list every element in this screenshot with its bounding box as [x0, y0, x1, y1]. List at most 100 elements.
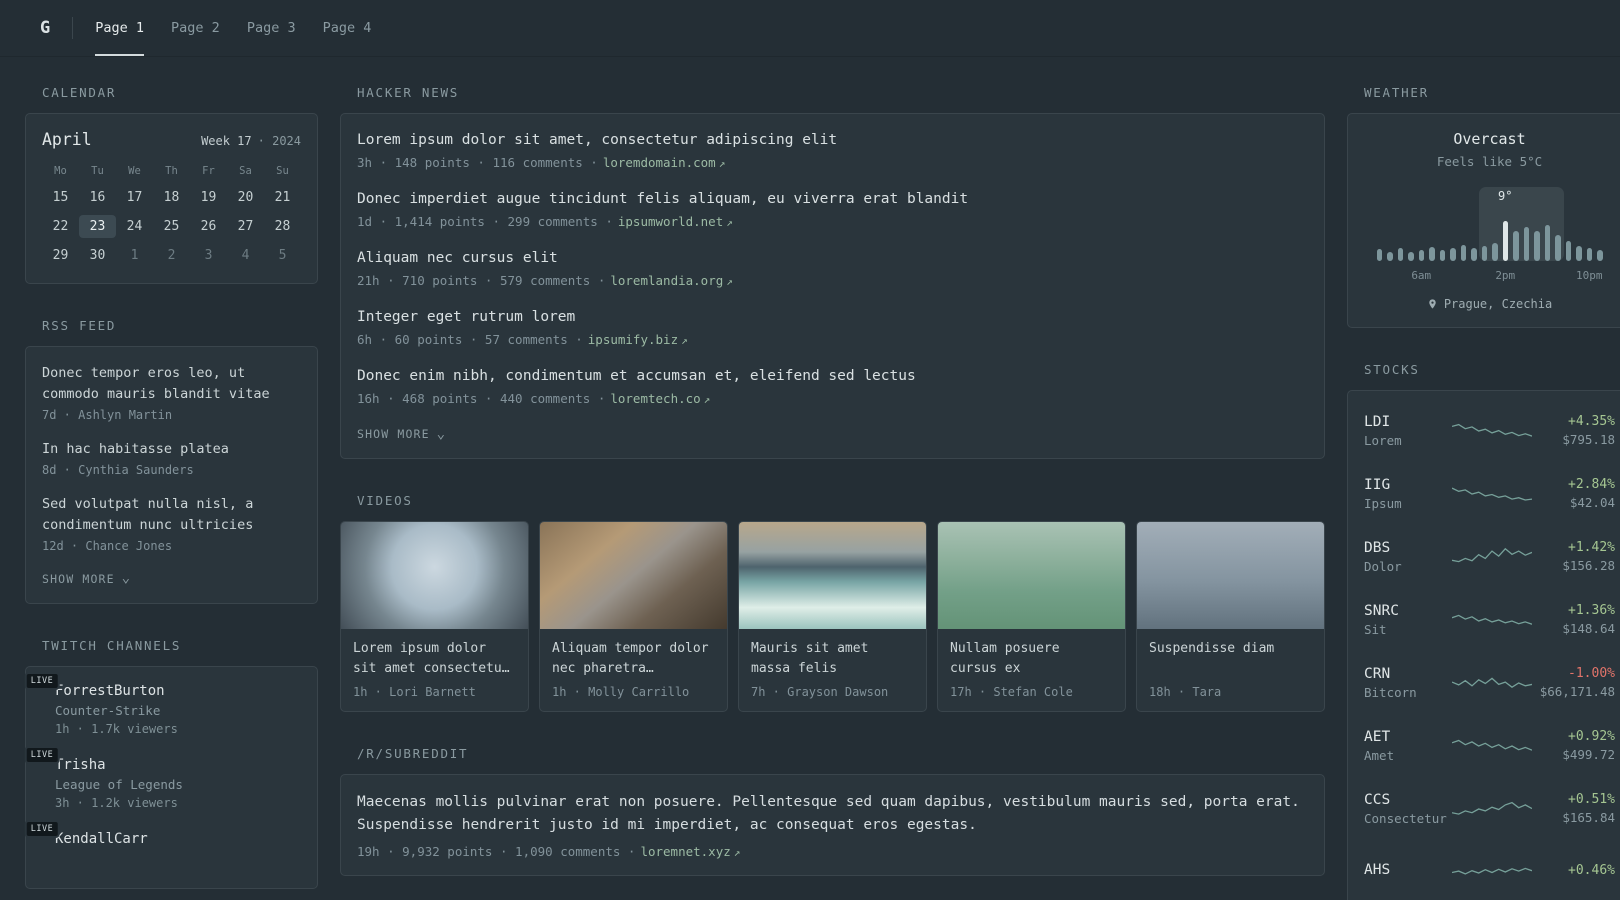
calendar-day: 19 — [200, 190, 217, 205]
stock-row[interactable]: AET Amet +0.92% $499.72 — [1364, 714, 1615, 777]
calendar-day: 24 — [126, 219, 143, 234]
stock-sparkline — [1452, 739, 1532, 751]
video-card[interactable]: Lorem ipsum dolor sit amet consectetu… 1… — [340, 521, 529, 713]
widget-title-calendar: CALENDAR — [42, 85, 117, 100]
hn-item-stats: 1d · 1,414 points · 299 comments · — [357, 214, 613, 230]
twitch-channel-game: Counter-Strike — [55, 702, 161, 718]
stock-values: +0.46% — [1532, 863, 1615, 881]
rss-item: Donec tempor eros leo, ut commodo mauris… — [42, 363, 301, 422]
stock-id: CCS Consectetur — [1364, 792, 1452, 826]
nav-tab[interactable]: Page 2 — [171, 0, 220, 56]
video-title: Nullam posuere cursus ex — [950, 641, 1060, 676]
twitch-channel[interactable]: LIVE KendallCarr — [24, 819, 301, 851]
weather-bar — [1418, 250, 1424, 261]
live-badge: LIVE — [24, 671, 60, 690]
video-card[interactable]: Nullam posuere cursus ex 17h · Stefan Co… — [937, 521, 1126, 713]
hn-show-more-button[interactable]: SHOW MORE ⌄ — [357, 427, 446, 442]
stock-name: Amet — [1364, 747, 1395, 763]
stock-row[interactable]: AHS +0.46% — [1364, 840, 1615, 900]
video-card[interactable]: Mauris sit amet massa felis 7h · Grayson… — [738, 521, 927, 713]
hn-item-meta: 16h · 468 points · 440 comments · loremte… — [357, 391, 1308, 406]
weather-location: Prague, Czechia — [1443, 297, 1553, 311]
hn-list: Lorem ipsum dolor sit amet, consectetur … — [357, 130, 1308, 406]
hn-item-domain[interactable]: loremdomain.com — [603, 155, 716, 170]
stock-row[interactable]: CRN Bitcorn -1.00% $66,171.48 — [1364, 651, 1615, 714]
calendar-header: April Week 17 · 2024 — [42, 130, 301, 149]
calendar-day: 28 — [274, 219, 291, 234]
subreddit-post-title[interactable]: Maecenas mollis pulvinar erat non posuer… — [357, 791, 1308, 837]
external-link-icon: ↗ — [726, 275, 733, 289]
rss-show-more-button[interactable]: SHOW MORE ⌄ — [42, 570, 132, 587]
stock-price: $165.84 — [1562, 810, 1615, 825]
twitch-channel[interactable]: LIVE Trisha League of Legends 3h · 1.2k … — [24, 745, 301, 810]
stock-list: LDI Lorem +4.35% $795.18 IIG Ipsum +2.84… — [1364, 399, 1615, 900]
hn-item-title[interactable]: Aliquam nec cursus elit — [357, 248, 1308, 269]
twitch-channel-info: ForrestBurton Counter-Strike 1h · 1.7k v… — [55, 683, 178, 736]
video-thumbnail — [938, 522, 1125, 630]
weather-location-row: Prague, Czechia — [1364, 297, 1615, 311]
weather-bar — [1576, 246, 1582, 261]
stock-row[interactable]: DBS Dolor +1.42% $156.28 — [1364, 525, 1615, 588]
dashboard-grid: CALENDAR April Week 17 · 2024 Mo Tu We Th Fr S… — [0, 57, 1620, 900]
twitch-channel-viewers: 1h · 1.7k viewers — [55, 721, 178, 736]
hn-item-stats: 16h · 468 points · 440 comments · — [357, 391, 606, 407]
calendar-card: April Week 17 · 2024 Mo Tu We Th Fr Sa Su 15 16 1… — [25, 113, 318, 284]
weather-bar — [1397, 248, 1403, 261]
hn-item-title[interactable]: Lorem ipsum dolor sit amet, consectetur … — [357, 130, 1308, 151]
stock-row[interactable]: LDI Lorem +4.35% $795.18 — [1364, 399, 1615, 462]
stock-row[interactable]: CCS Consectetur +0.51% $165.84 — [1364, 777, 1615, 840]
hn-item-domain[interactable]: ipsumworld.net — [618, 214, 723, 229]
weather-bars — [1376, 217, 1603, 261]
rss-item-title[interactable]: In hac habitasse platea — [42, 439, 301, 460]
hn-item-domain[interactable]: ipsumify.biz — [588, 332, 678, 347]
video-list: Lorem ipsum dolor sit amet consectetu… 1… — [340, 521, 1325, 713]
video-thumbnail — [1137, 522, 1324, 630]
stock-row[interactable]: IIG Ipsum +2.84% $42.04 — [1364, 462, 1615, 525]
stock-sparkline — [1452, 423, 1532, 437]
hn-item-title[interactable]: Donec enim nibh, condimentum et accumsan… — [357, 366, 1308, 387]
video-thumbnail — [540, 522, 727, 630]
rss-item-title[interactable]: Sed volutpat nulla nisl, a condimentum n… — [42, 494, 301, 536]
stock-row[interactable]: SNRC Sit +1.36% $148.64 — [1364, 588, 1615, 651]
stock-price: $42.04 — [1569, 495, 1615, 510]
app-logo[interactable]: G — [40, 18, 50, 38]
calendar-week-number: Week 17 — [201, 134, 252, 148]
hackernews-card: Lorem ipsum dolor sit amet, consectetur … — [340, 113, 1325, 460]
video-info: Nullam posuere cursus ex 17h · Stefan Co… — [938, 629, 1125, 711]
hn-item: Lorem ipsum dolor sit amet, consectetur … — [357, 130, 1308, 170]
stock-change: +0.46% — [1568, 862, 1615, 878]
stock-ticker: IIG — [1364, 476, 1391, 493]
weather-bar — [1481, 246, 1487, 261]
calendar-day: 25 — [163, 219, 180, 234]
rss-item-title[interactable]: Donec tempor eros leo, ut commodo mauris… — [42, 363, 301, 405]
calendar-day: 15 — [52, 190, 69, 205]
video-title: Suspendisse diam — [1149, 641, 1275, 657]
hn-item-title[interactable]: Integer eget rutrum lorem — [357, 307, 1308, 328]
right-column: WEATHER Overcast Feels like 5°C 9° 6am 2p… — [1347, 85, 1620, 900]
stock-change: +2.84% — [1568, 477, 1615, 492]
stock-ticker: CCS — [1364, 791, 1391, 808]
widget-title-hackernews: HACKER NEWS — [357, 85, 460, 100]
rss-card: Donec tempor eros leo, ut commodo mauris… — [25, 346, 318, 604]
calendar-weekday: Mo — [54, 165, 67, 177]
hn-item-stats: 21h · 710 points · 579 comments · — [357, 273, 606, 289]
subreddit-post-stats: 19h · 9,932 points · 1,090 comments · — [357, 844, 636, 860]
twitch-channel[interactable]: LIVE ForrestBurton Counter-Strike 1h · 1… — [24, 671, 301, 736]
video-card[interactable]: Aliquam tempor dolor nec pharetra… 1h · … — [539, 521, 728, 713]
hn-item-domain[interactable]: loremtech.co — [610, 391, 700, 406]
calendar-weekday: Su — [276, 165, 289, 177]
stock-id: CRN Bitcorn — [1364, 666, 1452, 700]
stock-values: +2.84% $42.04 — [1532, 477, 1615, 510]
nav-tab[interactable]: Page 1 — [95, 0, 145, 56]
calendar-year: · 2024 — [257, 134, 301, 148]
hn-item-meta: 1d · 1,414 points · 299 comments · ipsumw… — [357, 214, 1308, 229]
rss-item-meta: 8d · Cynthia Saunders — [42, 462, 194, 477]
video-card[interactable]: Suspendisse diam 18h · Tara — [1136, 521, 1325, 713]
hn-item: Aliquam nec cursus elit 21h · 710 points… — [357, 248, 1308, 288]
nav-tab[interactable]: Page 3 — [247, 0, 296, 56]
hn-item-title[interactable]: Donec imperdiet augue tincidunt felis al… — [357, 189, 1308, 210]
nav-tab[interactable]: Page 4 — [323, 0, 372, 56]
subreddit-post-domain[interactable]: loremnet.xyz — [640, 844, 730, 859]
chevron-down-icon: ⌄ — [121, 570, 132, 587]
hn-item-domain[interactable]: loremlandia.org — [610, 273, 723, 288]
